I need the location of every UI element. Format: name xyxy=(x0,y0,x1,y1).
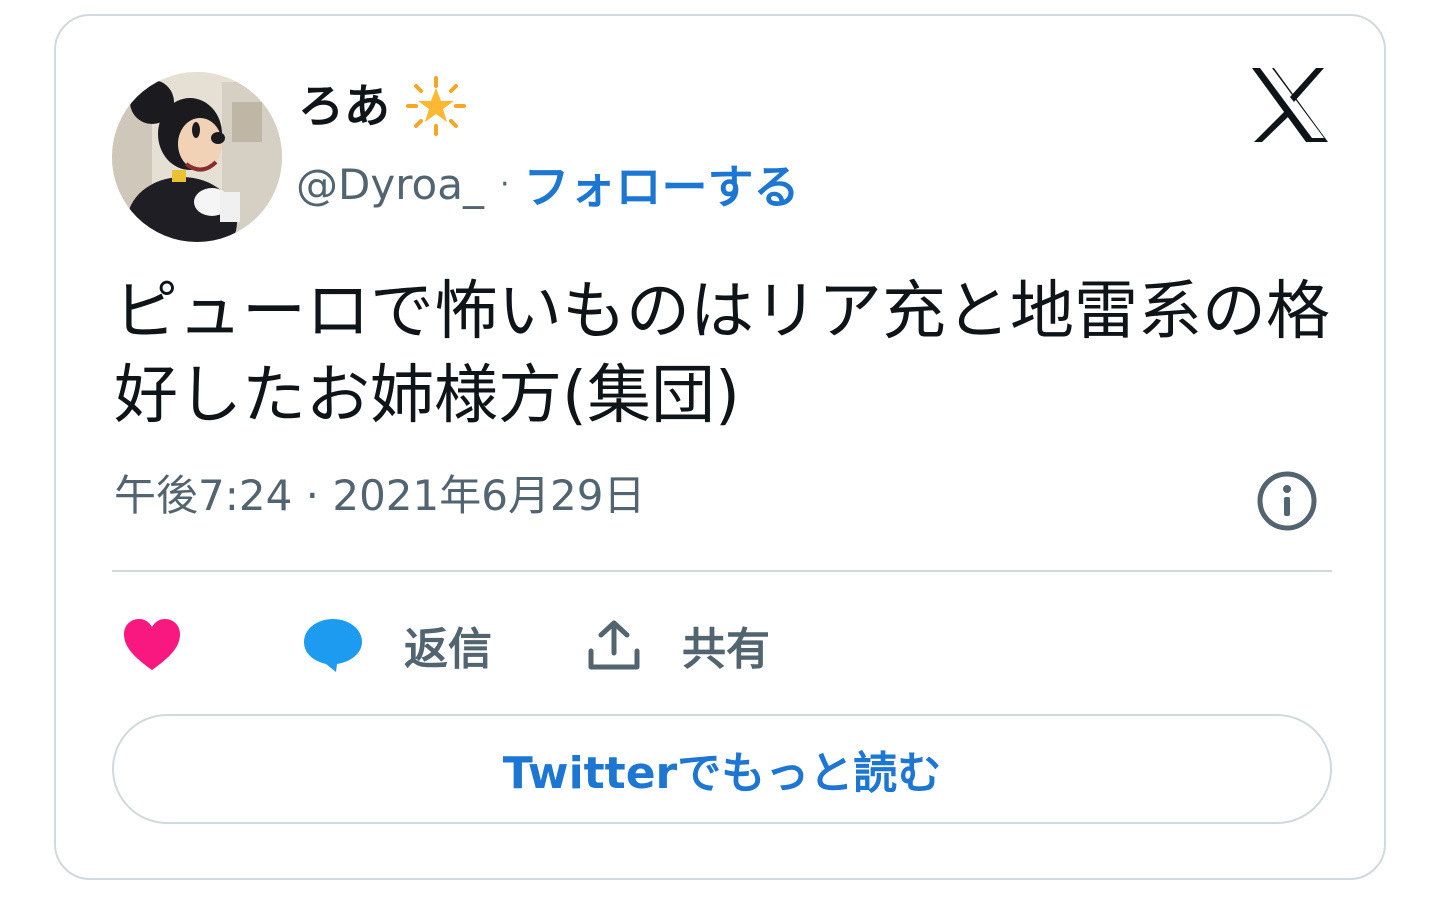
display-name-text: ろあ xyxy=(298,79,390,133)
x-logo-icon[interactable] xyxy=(1250,66,1330,144)
handle-row: @Dyroa_ · フォローする xyxy=(296,151,800,217)
sparkle-star-icon xyxy=(406,76,466,136)
action-bar: 返信 共有 xyxy=(112,610,1332,680)
user-handle[interactable]: @Dyroa_ xyxy=(296,160,484,209)
separator-dot: · xyxy=(499,166,510,202)
info-icon[interactable] xyxy=(1256,470,1318,532)
tweet-text: ピューロで怖いものはリア充と地雷系の格好したお姉様方(集団) xyxy=(114,275,1330,433)
share-button[interactable]: 共有 xyxy=(586,610,770,680)
display-name[interactable]: ろあ xyxy=(298,74,468,138)
avatar-image xyxy=(112,72,282,242)
heart-icon xyxy=(124,619,180,670)
follow-button[interactable]: フォローする xyxy=(524,151,800,217)
avatar[interactable] xyxy=(112,72,282,242)
like-button[interactable] xyxy=(122,610,182,680)
divider xyxy=(112,570,1332,572)
share-upload-icon xyxy=(588,620,640,670)
speech-bubble-icon xyxy=(304,619,362,672)
reply-label: 返信 xyxy=(404,624,492,675)
read-more-button[interactable]: Twitterでもっと読む xyxy=(112,714,1332,824)
share-label: 共有 xyxy=(682,624,770,675)
tweet-embed-card: ろあ @Dyroa_ · フォローする ピューロで怖いものはリア充と地雷系の格好… xyxy=(54,14,1386,880)
reply-button[interactable]: 返信 xyxy=(302,610,492,680)
tweet-timestamp[interactable]: 午後7:24 · 2021年6月29日 xyxy=(114,466,645,526)
